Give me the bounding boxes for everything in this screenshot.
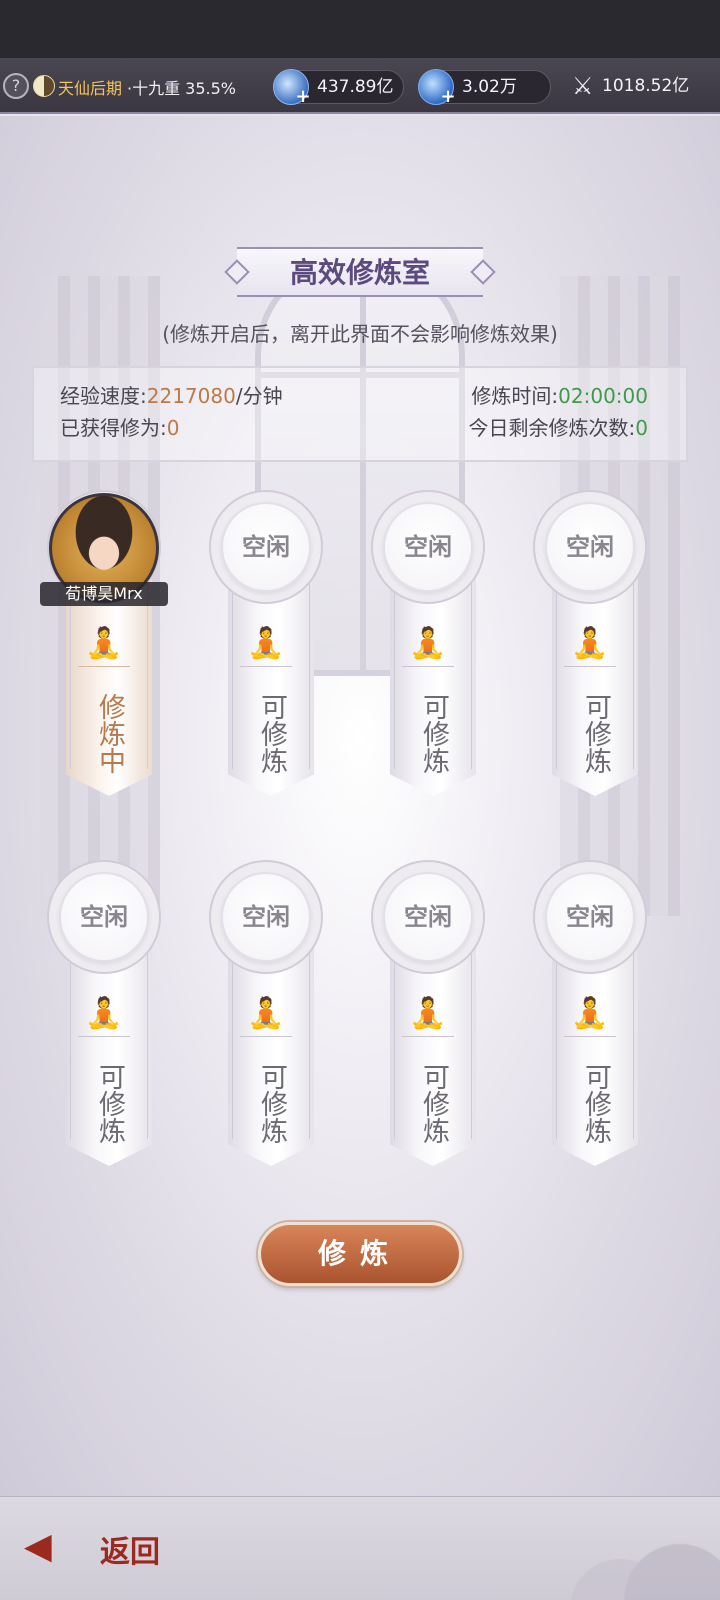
jade-amount: 3.02万 xyxy=(462,77,517,97)
status-bar xyxy=(0,0,720,58)
cultivation-info-panel: 经验速度:2217080/分钟 已获得修为:0 修炼时间:02:00:00 今日… xyxy=(32,366,688,462)
slot-label: 空闲 xyxy=(545,502,635,592)
meditate-icon: 🧘 xyxy=(85,626,123,661)
jade-pill[interactable]: + 3.02万 xyxy=(418,69,551,106)
spirit-stone-amount: 437.89亿 xyxy=(317,77,394,97)
slot-state: 修炼中 xyxy=(94,692,125,774)
slot-state: 可修炼 xyxy=(94,1062,125,1144)
player-name: 荀博昊Mrx xyxy=(40,582,168,606)
bottom-bar: ◀ 返回 xyxy=(0,1496,720,1600)
slot-state: 可修炼 xyxy=(418,692,449,774)
slot-state: 可修炼 xyxy=(256,1062,287,1144)
crossed-swords-icon: ⚔ xyxy=(572,72,594,100)
slot-state: 可修炼 xyxy=(418,1062,449,1144)
cultivation-slot-7[interactable]: 空闲 🧘 可修炼 xyxy=(366,860,490,1190)
slot-label: 空闲 xyxy=(59,872,149,962)
exp-speed: 经验速度:2217080/分钟 xyxy=(60,384,283,408)
slot-label: 空闲 xyxy=(221,502,311,592)
slot-state: 可修炼 xyxy=(256,692,287,774)
add-icon[interactable]: + xyxy=(295,88,311,106)
slot-label: 空闲 xyxy=(545,872,635,962)
page-title: 高效修炼室 xyxy=(224,247,496,297)
meditate-icon: 🧘 xyxy=(247,626,285,661)
cultivate-button[interactable]: 修炼 xyxy=(258,1222,462,1286)
wave-decoration xyxy=(520,1510,720,1600)
slot-label: 空闲 xyxy=(221,872,311,962)
back-arrow-icon[interactable]: ◀ xyxy=(24,1527,86,1567)
help-icon[interactable]: ? xyxy=(3,73,29,99)
gained-cultivation: 已获得修为:0 xyxy=(60,416,180,440)
combat-power: ⚔ 1018.52亿 xyxy=(568,70,720,104)
slot-state: 可修炼 xyxy=(580,692,611,774)
slot-state: 可修炼 xyxy=(580,1062,611,1144)
realm-progress: ·十九重 35.5% xyxy=(127,79,237,98)
meditate-icon: 🧘 xyxy=(247,996,285,1031)
combat-power-value: 1018.52亿 xyxy=(602,76,690,96)
cultivation-slot-6[interactable]: 空闲 🧘 可修炼 xyxy=(204,860,328,1190)
slot-label: 空闲 xyxy=(383,502,473,592)
taiji-icon xyxy=(33,75,55,97)
meditate-icon: 🧘 xyxy=(409,626,447,661)
meditate-icon: 🧘 xyxy=(85,996,123,1031)
remaining-attempts: 今日剩余修炼次数:0 xyxy=(468,416,648,440)
realm-name: 天仙后期 xyxy=(58,79,123,98)
spirit-stone-pill[interactable]: + 437.89亿 xyxy=(273,69,404,106)
meditate-icon: 🧘 xyxy=(409,996,447,1031)
add-icon[interactable]: + xyxy=(440,88,456,106)
cultivation-slot-4[interactable]: 空闲 🧘 可修炼 xyxy=(528,490,652,820)
cultivation-slot-3[interactable]: 空闲 🧘 可修炼 xyxy=(366,490,490,820)
cultivation-slot-2[interactable]: 空闲 🧘 可修炼 xyxy=(204,490,328,820)
cultivation-time: 修炼时间:02:00:00 xyxy=(471,384,648,408)
back-button[interactable]: 返回 xyxy=(100,1527,160,1571)
slot-label: 空闲 xyxy=(383,872,473,962)
cultivation-slot-8[interactable]: 空闲 🧘 可修炼 xyxy=(528,860,652,1190)
subtitle-note: (修炼开启后，离开此界面不会影响修炼效果) xyxy=(162,322,558,346)
meditate-icon: 🧘 xyxy=(571,626,609,661)
cultivation-slot-1[interactable]: 荀博昊Mrx 🧘 修炼中 xyxy=(40,490,168,820)
resource-bar: ? 天仙后期 ·十九重 35.5% + 437.89亿 + 3.02万 ⚔ 10… xyxy=(0,58,720,114)
cultivation-slot-5[interactable]: 空闲 🧘 可修炼 xyxy=(42,860,166,1190)
meditate-icon: 🧘 xyxy=(571,996,609,1031)
